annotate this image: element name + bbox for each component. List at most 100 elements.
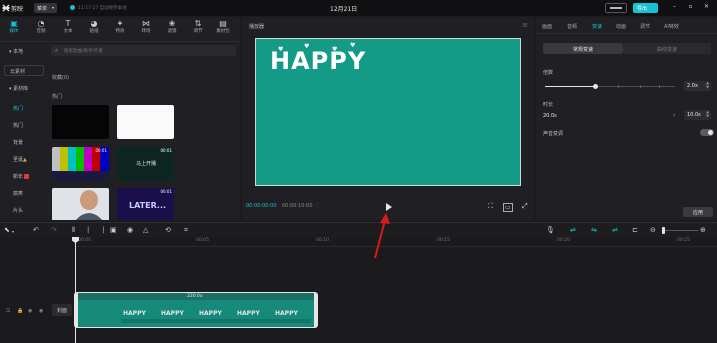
preview-axis-icon[interactable]: ⊏: [632, 226, 638, 234]
app-name: 剪映: [11, 6, 24, 13]
sidebar-item-library[interactable]: ▾ 素材库: [4, 83, 44, 94]
clip-right-handle[interactable]: [314, 293, 317, 327]
stepper-icon[interactable]: ▲ ▼: [706, 81, 709, 89]
eye-icon[interactable]: ◉: [28, 308, 32, 314]
total-time: 00:00:10:00: [282, 203, 313, 209]
zoom-in-icon[interactable]: ⊕: [700, 226, 706, 234]
redo-icon[interactable]: ↷: [51, 226, 57, 234]
tool-filter[interactable]: ❀ 滤镜: [160, 17, 184, 39]
tool-transition[interactable]: ⋈ 转场: [134, 17, 158, 39]
ruler-label: 00:20: [557, 238, 570, 243]
player-title: 播放器: [249, 24, 265, 30]
speed-slider-handle[interactable]: [593, 84, 598, 89]
duration-value-input[interactable]: 10.0s ▲ ▼: [684, 110, 711, 120]
favorites-title: 收藏(0): [52, 75, 70, 81]
thumb-caption: 马上开播: [136, 161, 157, 167]
sidebar-item-hot[interactable]: 热门: [4, 120, 44, 131]
tool-sticker[interactable]: ◕ 贴纸: [82, 17, 106, 39]
fullscreen-icon[interactable]: ⤢: [522, 202, 528, 211]
shortcut-button[interactable]: [605, 3, 627, 13]
crop-icon[interactable]: ⌗: [184, 226, 188, 234]
thumb-colorbars[interactable]: 00:01: [52, 147, 109, 181]
rotate-icon[interactable]: ⟲: [165, 226, 171, 234]
thumb-white[interactable]: [117, 105, 174, 139]
minimize-icon[interactable]: –: [670, 3, 679, 13]
sidebar-item-christmas[interactable]: 圣诞▲: [4, 154, 44, 165]
ratio-icon[interactable]: ▭: [503, 203, 513, 212]
tab-ai-effects[interactable]: AI特效: [664, 23, 679, 30]
split-icon[interactable]: ⫴: [72, 226, 75, 234]
export-button[interactable]: 导出: [633, 3, 658, 13]
time-ruler[interactable]: [74, 246, 717, 247]
playhead-line[interactable]: [75, 237, 76, 343]
segment-normal-speed[interactable]: 常规变速: [543, 43, 623, 54]
sidebar-item-local[interactable]: ▾ 本地: [4, 46, 44, 57]
tab-audio[interactable]: 音频: [567, 23, 577, 30]
tool-effects[interactable]: ✦ 特效: [108, 17, 132, 39]
tab-picture[interactable]: 画面: [542, 23, 552, 30]
thumb-black[interactable]: [52, 105, 109, 139]
tab-animation[interactable]: 动画: [616, 23, 626, 30]
stepper-icon[interactable]: ▲ ▼: [706, 110, 709, 118]
zoom-slider-handle[interactable]: [662, 227, 665, 234]
tool-media[interactable]: ▣ 媒体: [2, 17, 26, 39]
sidebar-item-newyear[interactable]: 新年: [4, 171, 44, 182]
ruler-label: 00:00: [78, 238, 91, 243]
undo-icon[interactable]: ↶: [33, 226, 39, 234]
record-icon[interactable]: ◉: [127, 226, 133, 234]
search-icon: ⌕: [55, 47, 59, 54]
fullscreen-crop-icon[interactable]: ⛶: [488, 202, 493, 211]
menu-button[interactable]: 菜单 ▾: [34, 3, 57, 13]
sidebar-item-funny[interactable]: 搞笑: [4, 188, 44, 199]
clip-audio-strip: [121, 319, 311, 323]
freeze-icon[interactable]: ▣: [110, 226, 117, 234]
thumb-live-soon[interactable]: 00:01 马上开播: [117, 147, 174, 181]
play-button[interactable]: [386, 203, 392, 211]
sidebar-item-intro[interactable]: 片头: [4, 205, 44, 216]
search-input[interactable]: ⌕ 搜索歌曲/歌手/元素: [51, 45, 236, 56]
linkage-icon[interactable]: ⇌: [612, 226, 618, 234]
cover-button[interactable]: 封面: [52, 304, 72, 316]
delete-right-icon[interactable]: ⎹: [97, 226, 104, 234]
segment-curve-speed[interactable]: 曲线变速: [623, 43, 711, 54]
maximize-icon[interactable]: ▫: [686, 3, 695, 13]
tab-speed[interactable]: 变速: [592, 23, 602, 30]
tool-audio[interactable]: ◔ 音频: [29, 17, 53, 39]
lock-icon[interactable]: 🔒: [17, 308, 23, 314]
video-clip[interactable]: 220.0x HAPPY HAPPY HAPPY HAPPY HAPPY: [74, 292, 318, 328]
sidebar-item-featured[interactable]: 热门: [4, 103, 44, 114]
tab-adjust[interactable]: 调节: [640, 23, 650, 30]
tool-label: 转场: [141, 29, 151, 34]
speed-value-input[interactable]: 2.0x ▲ ▼: [684, 81, 711, 91]
tool-text[interactable]: T 文本: [56, 17, 80, 39]
player-canvas[interactable]: HAPPY ♥ ♥ ♥ ♥: [255, 38, 521, 186]
track-lock-icon[interactable]: ⊡: [6, 308, 10, 314]
sidebar-item-cloud[interactable]: 云素材: [4, 65, 44, 76]
chevron-down-icon[interactable]: ▾: [12, 228, 14, 236]
speed-value: 2.0x: [687, 83, 698, 89]
tool-package[interactable]: ▤ 素材包: [211, 17, 235, 39]
mirror-icon[interactable]: △: [143, 226, 148, 234]
apply-button[interactable]: 应用: [683, 207, 713, 217]
main-track-link-icon[interactable]: ⇌: [570, 226, 576, 234]
app-logo-icon: [2, 4, 10, 12]
delete-left-icon[interactable]: ⎸: [88, 226, 95, 234]
sidebar-item-background[interactable]: 背景: [4, 137, 44, 148]
pitch-toggle[interactable]: [700, 129, 714, 136]
zoom-slider-track[interactable]: [664, 230, 698, 231]
thumb-portrait[interactable]: [52, 188, 109, 220]
zoom-out-icon[interactable]: ⊖: [650, 226, 656, 234]
thumb-later[interactable]: 00:01 LATER...: [117, 188, 174, 220]
tool-adjust[interactable]: ⇅ 调节: [186, 17, 210, 39]
microphone-icon[interactable]: 🎙: [546, 226, 555, 234]
chevron-down-icon: ▾: [51, 5, 54, 10]
close-icon[interactable]: ✕: [702, 3, 711, 13]
menu-icon[interactable]: ≡: [522, 21, 528, 29]
text-icon: T: [65, 19, 71, 28]
auto-snap-icon[interactable]: ⇋: [591, 226, 597, 234]
autosave-status: 11:17:27 自动保存本地: [78, 6, 127, 11]
menu-label: 菜单: [37, 6, 48, 12]
select-cursor-icon[interactable]: ⬉: [4, 226, 10, 234]
keyboard-icon: [610, 7, 622, 9]
speaker-icon[interactable]: ◉: [39, 308, 43, 314]
